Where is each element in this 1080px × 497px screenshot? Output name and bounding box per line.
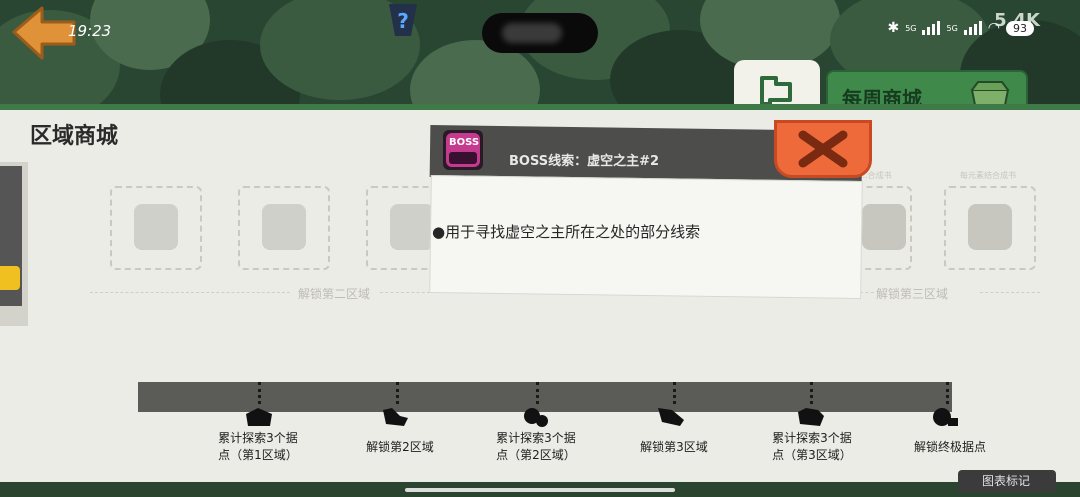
legend-button[interactable]: 图表标记: [958, 470, 1056, 492]
close-icon: [798, 130, 848, 168]
close-button[interactable]: [774, 120, 872, 178]
reward-crate-icon[interactable]: [796, 406, 826, 428]
tooltip-description: ●用于寻找虚空之主所在之处的部分线索: [432, 223, 701, 241]
home-indicator[interactable]: [405, 488, 675, 492]
signal-icon: [922, 21, 941, 35]
status-bar: 19:23 5.4K ✱ 5G 5G ◠ 93: [0, 0, 1080, 60]
reward-flag-icon[interactable]: [656, 406, 686, 428]
milestone-label: 解锁第3区域: [640, 440, 708, 454]
locked-slot: [238, 186, 330, 270]
locked-slot: [110, 186, 202, 270]
divider: [90, 292, 290, 294]
clock-time: 19:23: [68, 22, 112, 40]
milestone-label: 解锁第2区域: [366, 440, 434, 454]
side-drawer-tab[interactable]: [0, 162, 28, 326]
tooltip-title: BOSS线索：虚空之主#2: [509, 154, 660, 169]
unlock-zone3-label: 解锁第三区域: [876, 287, 949, 301]
divider: [380, 292, 430, 294]
network-type-label: 5G: [905, 23, 917, 33]
locked-slot: [944, 186, 1036, 270]
reward-scroll-icon[interactable]: [380, 406, 410, 428]
boss-badge-icon: [446, 133, 480, 167]
page-title: 区域商城: [30, 124, 119, 149]
reward-chest-icon[interactable]: [244, 406, 274, 428]
slot-label: 每元素结合成书: [960, 171, 1016, 180]
camera-pill: [482, 13, 598, 53]
milestone-connector: [673, 382, 680, 404]
map-flag-icon: [760, 76, 792, 106]
milestone-connector: [810, 382, 817, 404]
system-icons: ✱ 5G 5G ◠ 93: [887, 20, 1034, 36]
boss-icon-text: BOSS: [449, 137, 480, 148]
signal-icon-2: [963, 21, 982, 35]
battery-level: 93: [1006, 20, 1034, 36]
milestone-connector: [258, 382, 265, 404]
milestone-connector: [396, 382, 403, 404]
network-type-label-2: 5G: [946, 23, 958, 33]
milestone-connector: [946, 382, 953, 404]
milestone-label: 累计探索3个据 点（第1区域）: [218, 431, 298, 462]
milestone-connector: [536, 382, 543, 404]
divider: [860, 292, 874, 294]
reward-orb-icon[interactable]: [930, 406, 960, 428]
divider: [980, 292, 1040, 294]
milestone-label: 累计探索3个据 点（第2区域）: [496, 431, 576, 462]
bluetooth-icon: ✱: [887, 20, 900, 36]
milestone-label: 累计探索3个据 点（第3区域）: [772, 431, 852, 462]
boss-clue-icon: BOSS: [443, 130, 483, 170]
unlock-zone2-label: 解锁第二区域: [298, 287, 371, 301]
milestone-label: 解锁终极据点: [913, 440, 986, 454]
wifi-icon: ◠: [987, 20, 1000, 36]
reward-bag-icon[interactable]: [520, 406, 550, 428]
